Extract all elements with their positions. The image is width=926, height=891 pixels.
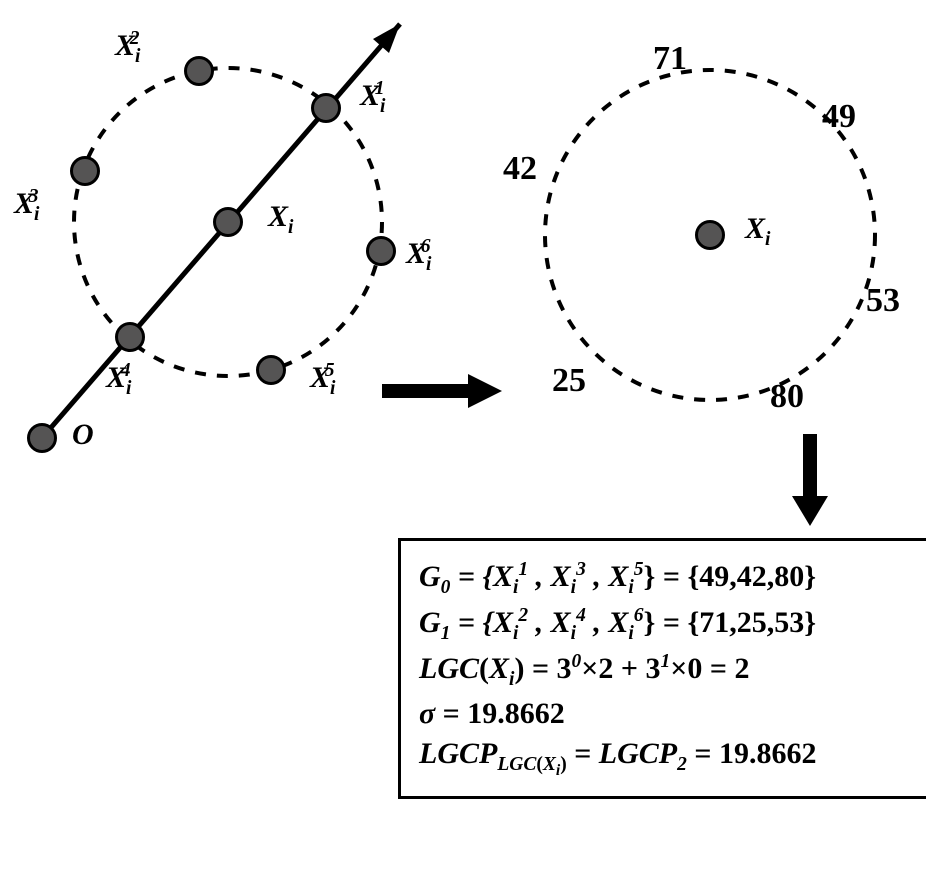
origin-point bbox=[27, 423, 57, 453]
value-25: 25 bbox=[552, 362, 586, 400]
value-49: 49 bbox=[822, 98, 856, 136]
origin-label: O bbox=[72, 418, 94, 452]
center-label-right: Xi bbox=[745, 212, 770, 251]
diagram-canvas: O Xi Xi1 Xi2 Xi3 Xi4 Xi5 Xi6 Xi 71 49 42… bbox=[0, 0, 926, 891]
value-80: 80 bbox=[770, 378, 804, 416]
neighbor-label-1: Xi1 bbox=[360, 78, 395, 118]
neighbor-label-6: Xi6 bbox=[406, 236, 441, 276]
neighbor-point-3 bbox=[70, 156, 100, 186]
center-label-left: Xi bbox=[268, 200, 293, 239]
neighbor-point-5 bbox=[256, 355, 286, 385]
neighbor-point-4 bbox=[115, 322, 145, 352]
arrow-down-icon bbox=[780, 430, 840, 530]
neighbor-label-3: Xi3 bbox=[14, 186, 49, 226]
center-point-right bbox=[695, 220, 725, 250]
eq-g0: G0 = {Xi1 , Xi3 , Xi5} = {49,42,80} bbox=[419, 559, 911, 599]
neighbor-label-4: Xi4 bbox=[106, 360, 141, 400]
neighbor-label-2: Xi2 bbox=[115, 28, 150, 68]
equation-box: G0 = {Xi1 , Xi3 , Xi5} = {49,42,80} G1 =… bbox=[398, 538, 926, 799]
value-42: 42 bbox=[503, 150, 537, 188]
neighbor-point-2 bbox=[184, 56, 214, 86]
neighbor-point-6 bbox=[366, 236, 396, 266]
value-53: 53 bbox=[866, 282, 900, 320]
eq-lgc: LGC(Xi) = 30×2 + 31×0 = 2 bbox=[419, 651, 911, 691]
value-71: 71 bbox=[653, 40, 687, 78]
center-point-left bbox=[213, 207, 243, 237]
neighbor-label-5: Xi5 bbox=[310, 360, 345, 400]
neighbor-point-1 bbox=[311, 93, 341, 123]
eq-sigma: σ = 19.8662 bbox=[419, 697, 911, 731]
eq-lgcp: LGCPLGC(Xi) = LGCP2 = 19.8662 bbox=[419, 737, 911, 780]
eq-g1: G1 = {Xi2 , Xi4 , Xi6} = {71,25,53} bbox=[419, 605, 911, 645]
